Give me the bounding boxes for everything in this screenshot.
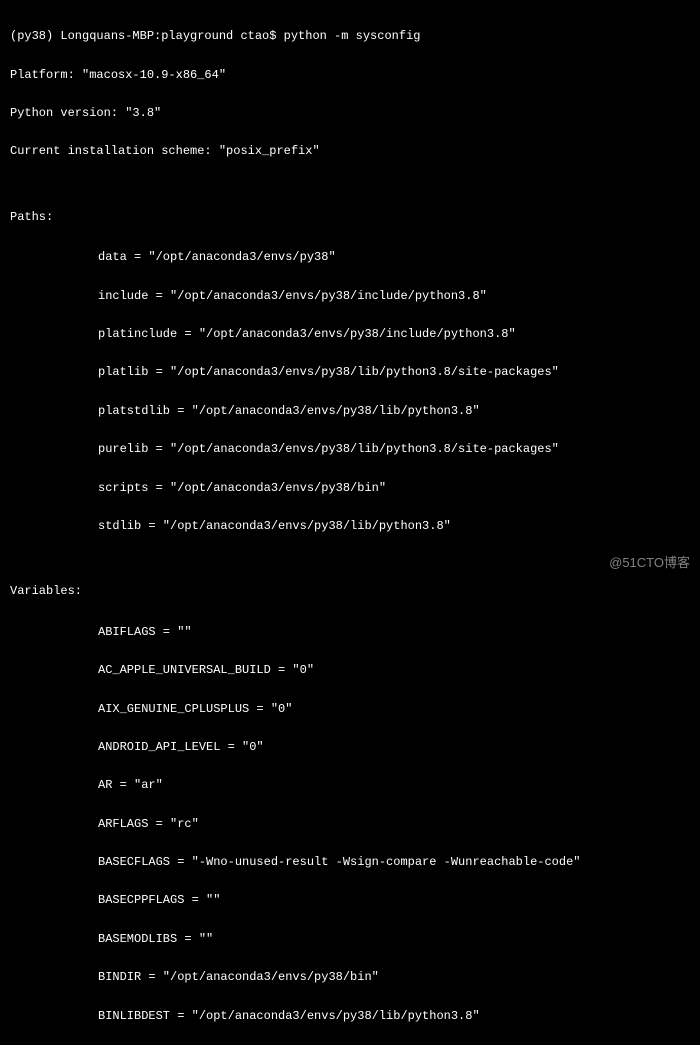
path-platlib: platlib = "/opt/anaconda3/envs/py38/lib/… <box>98 363 690 382</box>
var-aix-genuine: AIX_GENUINE_CPLUSPLUS = "0" <box>98 700 690 719</box>
path-purelib: purelib = "/opt/anaconda3/envs/py38/lib/… <box>98 440 690 459</box>
path-stdlib: stdlib = "/opt/anaconda3/envs/py38/lib/p… <box>98 517 690 536</box>
paths-header: Paths: <box>10 208 690 227</box>
var-arflags: ARFLAGS = "rc" <box>98 815 690 834</box>
watermark-text: @51CTO博客 <box>609 553 690 574</box>
path-platstdlib: platstdlib = "/opt/anaconda3/envs/py38/l… <box>98 402 690 421</box>
shell-prompt: (py38) Longquans-MBP:playground ctao$ py… <box>10 27 690 46</box>
var-ac-apple: AC_APPLE_UNIVERSAL_BUILD = "0" <box>98 661 690 680</box>
platform-line: Platform: "macosx-10.9-x86_64" <box>10 66 690 85</box>
var-basecflags: BASECFLAGS = "-Wno-unused-result -Wsign-… <box>98 853 690 872</box>
python-version-line: Python version: "3.8" <box>10 104 690 123</box>
path-data: data = "/opt/anaconda3/envs/py38" <box>98 248 690 267</box>
var-ar: AR = "ar" <box>98 776 690 795</box>
var-abiflags: ABIFLAGS = "" <box>98 623 690 642</box>
scheme-line: Current installation scheme: "posix_pref… <box>10 142 690 161</box>
path-platinclude: platinclude = "/opt/anaconda3/envs/py38/… <box>98 325 690 344</box>
var-android-api: ANDROID_API_LEVEL = "0" <box>98 738 690 757</box>
var-binlibdest: BINLIBDEST = "/opt/anaconda3/envs/py38/l… <box>98 1007 690 1026</box>
var-basecppflags: BASECPPFLAGS = "" <box>98 891 690 910</box>
path-scripts: scripts = "/opt/anaconda3/envs/py38/bin" <box>98 479 690 498</box>
terminal-output: (py38) Longquans-MBP:playground ctao$ py… <box>10 8 690 1045</box>
variables-header: Variables: <box>10 582 690 601</box>
path-include: include = "/opt/anaconda3/envs/py38/incl… <box>98 287 690 306</box>
var-basemodlibs: BASEMODLIBS = "" <box>98 930 690 949</box>
var-bindir: BINDIR = "/opt/anaconda3/envs/py38/bin" <box>98 968 690 987</box>
